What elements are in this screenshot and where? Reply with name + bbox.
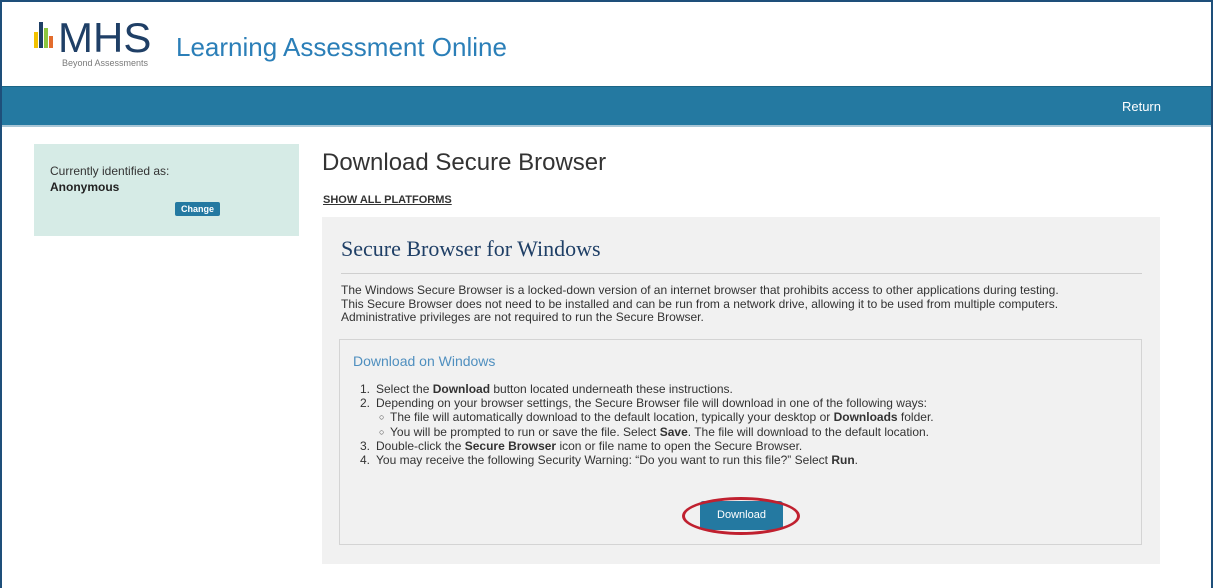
step-text: . The file will download to the default …	[687, 424, 930, 439]
logo-bars-icon	[34, 22, 56, 48]
step-text: folder.	[897, 410, 934, 425]
step-text: You may receive the following Security W…	[376, 453, 832, 468]
step-bold: Run	[831, 453, 855, 468]
card-description: The Windows Secure Browser is a locked-d…	[341, 283, 1151, 325]
step-text: button located underneath these instruct…	[490, 382, 733, 396]
download-button[interactable]: Download	[700, 501, 783, 530]
step-bold: Download	[432, 382, 491, 396]
step-number: 2.	[360, 396, 371, 411]
site-header: MHS Beyond Assessments Learning Assessme…	[2, 2, 1211, 86]
step-number: 4.	[360, 453, 371, 468]
identity-label: Currently identified as:	[50, 164, 170, 178]
sub-step-item: ○ The file will automatically download t…	[376, 410, 1140, 424]
step-text: Depending on your browser settings, the …	[376, 396, 927, 411]
step-number: 1.	[360, 382, 371, 396]
page-frame: MHS Beyond Assessments Learning Assessme…	[0, 0, 1213, 588]
app-title: Learning Assessment Online	[176, 32, 507, 62]
step-bold: Downloads	[833, 410, 898, 425]
card-title: Secure Browser for Windows	[341, 236, 601, 261]
step-item: 3. Double-click the Secure Browser icon …	[360, 439, 1140, 453]
return-link[interactable]: Return	[1122, 99, 1161, 114]
windows-browser-card: Secure Browser for Windows The Windows S…	[322, 217, 1160, 564]
change-identity-button[interactable]: Change	[175, 202, 221, 216]
sub-step-item: ○ You will be prompted to run or save th…	[376, 425, 1140, 439]
sub-steps: ○ The file will automatically download t…	[376, 410, 1140, 438]
step-bold: Save	[659, 424, 688, 439]
instruction-steps: 1. Select the Download button located un…	[360, 382, 1140, 467]
step-text: Double-click the	[376, 438, 465, 453]
step-text: Select the	[376, 382, 433, 396]
mhs-logo[interactable]: MHS Beyond Assessments	[32, 16, 172, 72]
identity-panel: Currently identified as: Anonymous Chang…	[34, 144, 299, 236]
show-all-platforms-link[interactable]: SHOW ALL PLATFORMS	[323, 194, 452, 206]
logo-wordmark: MHS	[58, 14, 152, 61]
nav-bar: Return	[2, 86, 1211, 127]
identity-name: Anonymous	[50, 180, 120, 194]
bullet-icon: ○	[379, 426, 385, 437]
step-item: 1. Select the Download button located un…	[360, 382, 1140, 396]
card-divider	[341, 273, 1142, 274]
description-line: This Secure Browser does not need to be …	[341, 296, 1059, 311]
logo-tagline: Beyond Assessments	[62, 58, 149, 68]
step-item: 4. You may receive the following Securit…	[360, 453, 1140, 467]
step-text: icon or file name to open the Secure Bro…	[556, 438, 803, 453]
download-instructions-panel: Download on Windows 1. Select the Downlo…	[339, 339, 1142, 545]
section-title: Download on Windows	[353, 353, 496, 369]
step-bold: Secure Browser	[464, 438, 557, 453]
bullet-icon: ○	[379, 412, 385, 423]
step-number: 3.	[360, 438, 371, 453]
description-line: The Windows Secure Browser is a locked-d…	[341, 283, 1059, 297]
step-text: You will be prompted to run or save the …	[390, 424, 660, 439]
page-title: Download Secure Browser	[322, 149, 607, 176]
step-text: .	[854, 453, 858, 468]
step-text: The file will automatically download to …	[390, 410, 834, 425]
step-item: 2. Depending on your browser settings, t…	[360, 396, 1140, 439]
description-line: Administrative privileges are not requir…	[341, 310, 704, 324]
